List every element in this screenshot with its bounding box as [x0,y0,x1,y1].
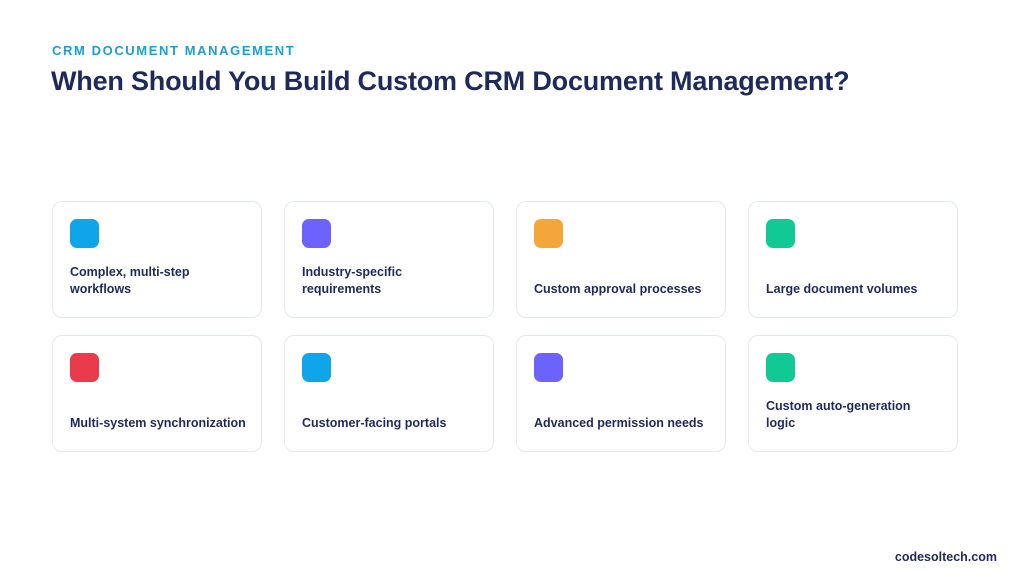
card-customer-portals: Customer-facing portals [284,335,494,452]
card-label: Complex, multi-step workflows [70,265,190,296]
color-chip-icon [766,219,795,248]
card-label: Large document volumes [766,282,918,296]
card-auto-generation: Custom auto-generation logic [748,335,958,452]
color-chip-icon [302,219,331,248]
color-chip-icon [70,353,99,382]
card-label: Multi-system synchronization [70,416,246,430]
cards-grid: Complex, multi-step workflows Industry-s… [52,201,958,452]
card-complex-workflows: Complex, multi-step workflows [52,201,262,318]
card-label: Custom approval processes [534,282,702,296]
page-title: When Should You Build Custom CRM Documen… [51,66,850,96]
color-chip-icon [766,353,795,382]
color-chip-icon [534,219,563,248]
card-label: Industry-specific requirements [302,265,403,296]
eyebrow-label: CRM DOCUMENT MANAGEMENT [52,43,296,58]
footer-brand: codesoltech.com [894,550,997,564]
color-chip-icon [534,353,563,382]
color-chip-icon [70,219,99,248]
card-approval-processes: Custom approval processes [516,201,726,318]
card-multi-system-sync: Multi-system synchronization [52,335,262,452]
card-permission-needs: Advanced permission needs [516,335,726,452]
card-industry-requirements: Industry-specific requirements [284,201,494,318]
card-label: Advanced permission needs [534,416,704,430]
card-label: Customer-facing portals [302,416,447,430]
color-chip-icon [302,353,331,382]
card-label: Custom auto-generation logic [766,399,911,430]
card-document-volumes: Large document volumes [748,201,958,318]
